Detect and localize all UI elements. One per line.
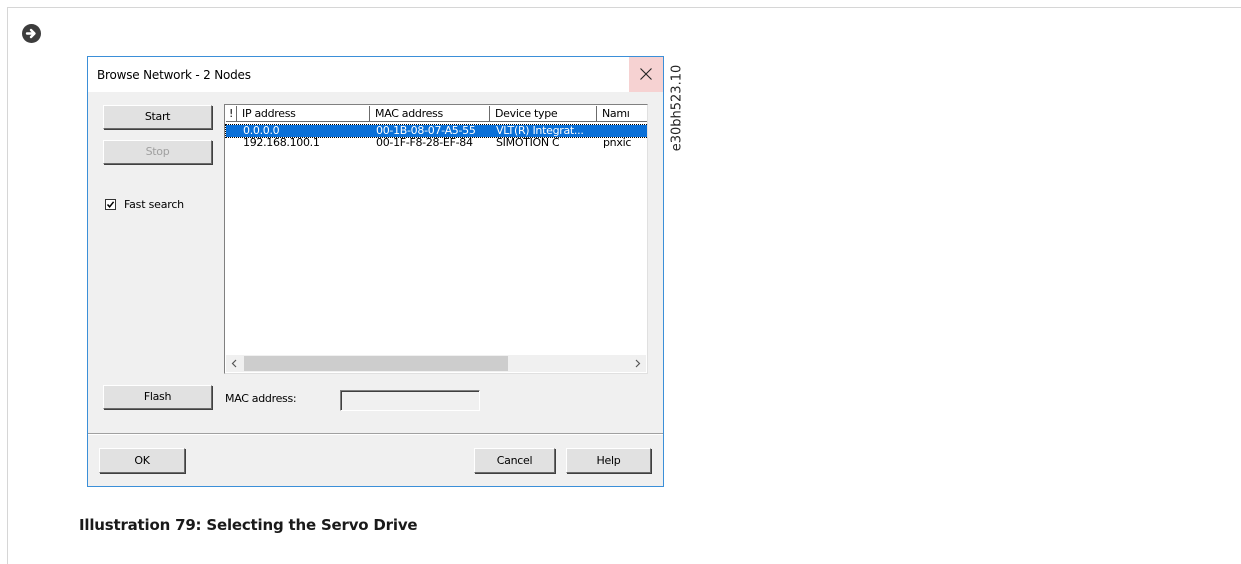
arrow-circle-right-icon xyxy=(22,24,41,43)
column-header-ip-address[interactable]: IP address xyxy=(237,106,370,122)
figure-code: e30bh523.10 xyxy=(663,58,691,158)
row-ip: 0.0.0.0 xyxy=(243,125,280,137)
row-mac: 00-1F-F8-28-EF-84 xyxy=(376,137,473,149)
list-row[interactable]: 0.0.0.0 00-1B-08-07-A5-55 VLT(R) Integra… xyxy=(225,124,647,138)
separator xyxy=(88,433,663,435)
checkmark-icon xyxy=(106,201,115,208)
close-icon xyxy=(640,68,652,80)
row-device-type: SIMOTION C xyxy=(496,137,560,149)
list-row[interactable]: 192.168.100.1 00-1F-F8-28-EF-84 SIMOTION… xyxy=(226,137,647,149)
start-button-label: Start xyxy=(144,110,171,123)
mac-address-field[interactable] xyxy=(340,390,480,411)
column-header-mac-address[interactable]: MAC address xyxy=(370,106,490,122)
cancel-button-label: Cancel xyxy=(496,454,533,467)
list-header: ! IP address MAC address Device type Nam… xyxy=(226,106,647,123)
chevron-left-icon xyxy=(231,359,237,368)
browse-network-dialog: Browse Network - 2 Nodes Start Stop Fast… xyxy=(87,56,664,487)
ok-button-label: OK xyxy=(134,454,150,467)
help-button-label: Help xyxy=(596,454,621,467)
row-ip: 192.168.100.1 xyxy=(243,137,320,149)
figure-caption: Illustration 79: Selecting the Servo Dri… xyxy=(79,516,418,534)
scroll-right-button[interactable] xyxy=(629,355,646,372)
horizontal-scrollbar[interactable] xyxy=(226,355,646,372)
title-bar[interactable]: Browse Network - 2 Nodes xyxy=(88,57,663,92)
start-button[interactable]: Start xyxy=(103,105,212,129)
row-name: pnxic xyxy=(603,137,632,149)
column-header-name[interactable]: Namı xyxy=(597,106,647,122)
stop-button[interactable]: Stop xyxy=(103,140,212,164)
flash-button-label: Flash xyxy=(143,390,172,403)
scroll-left-button[interactable] xyxy=(226,355,243,372)
fast-search-label: Fast search xyxy=(124,198,184,211)
ok-button[interactable]: OK xyxy=(99,448,185,473)
stop-button-label: Stop xyxy=(145,145,170,158)
column-header-device-type[interactable]: Device type xyxy=(490,106,597,122)
mac-address-label: MAC address: xyxy=(225,392,297,405)
node-list[interactable]: ! IP address MAC address Device type Nam… xyxy=(224,104,648,374)
cancel-button[interactable]: Cancel xyxy=(474,448,555,473)
scroll-thumb[interactable] xyxy=(244,356,508,371)
row-device-type: VLT(R) Integrat... xyxy=(496,125,584,137)
column-header-flag[interactable]: ! xyxy=(226,106,237,122)
figure-code-text: e30bh523.10 xyxy=(669,64,685,152)
dialog-title: Browse Network - 2 Nodes xyxy=(97,68,251,82)
chevron-right-icon xyxy=(635,359,641,368)
fast-search-checkbox[interactable] xyxy=(105,199,116,210)
flash-button[interactable]: Flash xyxy=(103,385,212,409)
help-button[interactable]: Help xyxy=(566,448,651,473)
close-button[interactable] xyxy=(629,57,663,92)
row-mac: 00-1B-08-07-A5-55 xyxy=(376,125,476,137)
